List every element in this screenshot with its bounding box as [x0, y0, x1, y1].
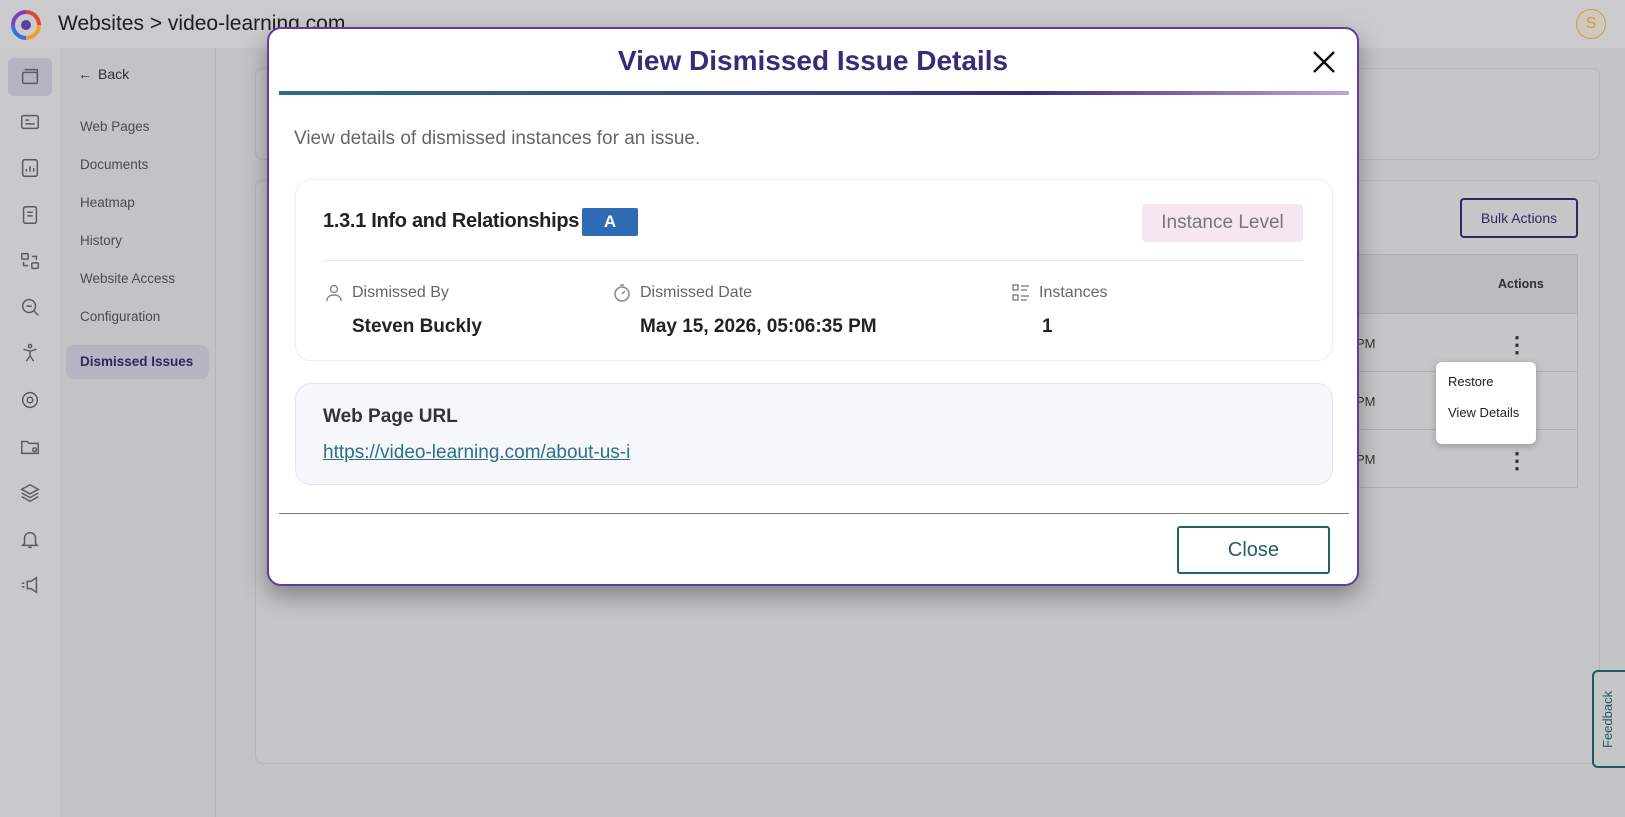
- arrow-left-icon: ←: [78, 66, 92, 82]
- more-options-icon[interactable]: ⋮: [1506, 334, 1528, 356]
- row-context-menu: Restore View Details: [1436, 362, 1536, 444]
- dismissed-date-label: Dismissed Date: [640, 284, 753, 301]
- url-label: Web Page URL: [323, 406, 458, 427]
- sidebar: ← Back Web Pages Documents Heatmap Histo…: [60, 48, 216, 817]
- sidebar-item-dismissed-issues[interactable]: Dismissed Issues: [66, 345, 209, 379]
- document-icon[interactable]: [8, 196, 52, 234]
- menu-item-restore[interactable]: Restore: [1448, 374, 1494, 389]
- websites-icon[interactable]: [8, 58, 52, 96]
- sidebar-item-website-access[interactable]: Website Access: [80, 271, 175, 286]
- accessibility-icon[interactable]: [8, 334, 52, 372]
- dashboard-icon[interactable]: [8, 103, 52, 141]
- search-icon[interactable]: [8, 288, 52, 326]
- icon-rail: [0, 48, 60, 817]
- sidebar-item-heatmap[interactable]: Heatmap: [80, 195, 135, 210]
- issue-name: 1.3.1 Info and Relationships: [323, 210, 580, 232]
- feedback-tab[interactable]: Feedback: [1592, 670, 1625, 768]
- close-icon[interactable]: [1309, 47, 1339, 77]
- back-link[interactable]: ← Back: [78, 66, 129, 82]
- footer-divider: [279, 513, 1349, 514]
- modal-description: View details of dismissed instances for …: [294, 128, 701, 149]
- menu-item-view-details[interactable]: View Details: [1448, 405, 1519, 420]
- instances-label: Instances: [1039, 284, 1108, 301]
- app-logo-icon[interactable]: [10, 9, 42, 41]
- user-icon: [324, 283, 344, 303]
- layers-icon[interactable]: [8, 474, 52, 512]
- card-divider: [323, 260, 1303, 261]
- dismissed-by-value: Steven Buckly: [352, 316, 482, 337]
- feedback-label: Feedback: [1600, 690, 1615, 748]
- actions-column-header: Actions: [1498, 277, 1544, 291]
- instances-value: 1: [1042, 316, 1053, 337]
- more-options-icon[interactable]: ⋮: [1506, 450, 1528, 472]
- dismissed-issue-modal: View Dismissed Issue Details View detail…: [267, 27, 1359, 586]
- sidebar-item-configuration[interactable]: Configuration: [80, 309, 160, 324]
- bulk-actions-button[interactable]: Bulk Actions: [1460, 198, 1578, 238]
- sidebar-item-documents[interactable]: Documents: [80, 157, 148, 172]
- settings-icon[interactable]: [8, 381, 52, 419]
- close-button[interactable]: Close: [1177, 526, 1330, 574]
- title-divider: [279, 91, 1349, 95]
- reports-icon[interactable]: [8, 149, 52, 187]
- modal-title: View Dismissed Issue Details: [617, 45, 1009, 76]
- bell-icon[interactable]: [8, 520, 52, 558]
- avatar[interactable]: S: [1576, 9, 1606, 39]
- scan-icon[interactable]: [8, 242, 52, 280]
- sidebar-item-web-pages[interactable]: Web Pages: [80, 119, 150, 134]
- issue-card: 1.3.1 Info and Relationships A Instance …: [295, 179, 1333, 361]
- folder-icon[interactable]: [8, 428, 52, 466]
- web-page-url-link[interactable]: https://video-learning.com/about-us-i: [323, 442, 630, 464]
- level-badge: A: [582, 208, 638, 236]
- back-label: Back: [98, 66, 130, 82]
- url-card: Web Page URL https://video-learning.com/…: [295, 383, 1333, 485]
- dismissed-date-value: May 15, 2026, 05:06:35 PM: [640, 316, 877, 337]
- sidebar-item-history[interactable]: History: [80, 233, 122, 248]
- dismissed-by-label: Dismissed By: [352, 284, 449, 301]
- scope-badge: Instance Level: [1142, 204, 1303, 242]
- announcement-icon[interactable]: [8, 566, 52, 604]
- timer-icon: [612, 283, 632, 303]
- list-icon: [1011, 283, 1031, 303]
